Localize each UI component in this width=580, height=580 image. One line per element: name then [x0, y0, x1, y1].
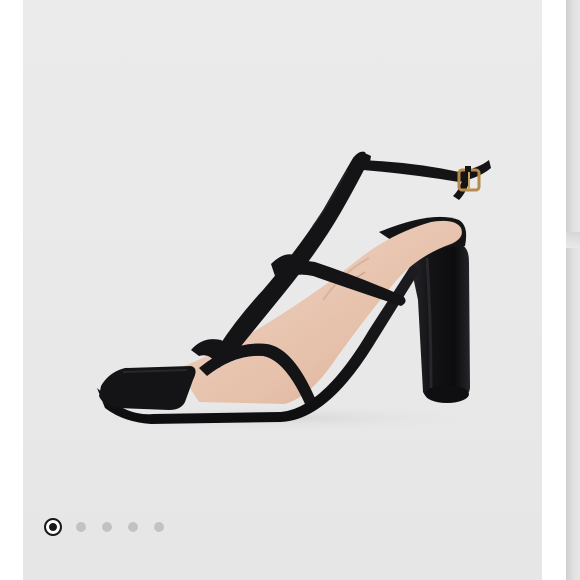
carousel-dot-3[interactable]: [102, 522, 112, 532]
carousel-pagination: [44, 516, 180, 538]
carousel-slide-next-peek-detail: [566, 232, 580, 248]
sandal-product-image: [83, 151, 491, 432]
carousel-dot-2[interactable]: [76, 522, 86, 532]
carousel-dot-5[interactable]: [154, 522, 164, 532]
carousel-slide-next-peek[interactable]: [566, 0, 580, 580]
carousel-slide-current[interactable]: [23, 0, 542, 580]
product-image-carousel[interactable]: [0, 0, 580, 580]
carousel-dot-1-active[interactable]: [44, 518, 62, 536]
carousel-dot-4[interactable]: [128, 522, 138, 532]
